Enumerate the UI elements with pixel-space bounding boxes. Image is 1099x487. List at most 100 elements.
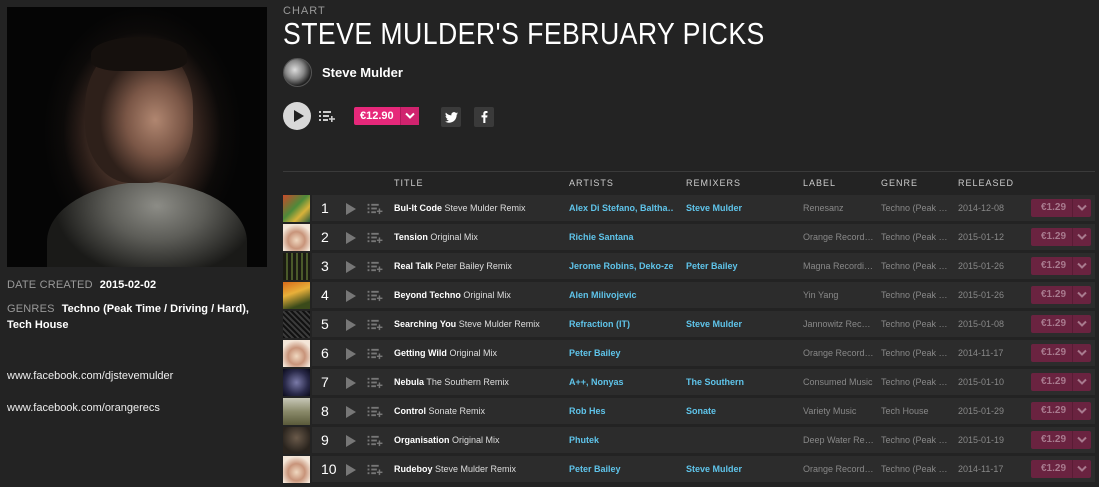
track-mix[interactable]: Original Mix	[430, 232, 478, 242]
track-title-cell[interactable]: Control Sonate Remix	[394, 406, 562, 416]
table-row[interactable]: 6 Getting Wild Original Mix Peter Bailey…	[283, 339, 1095, 368]
add-to-queue-icon[interactable]	[367, 376, 383, 389]
buy-track-button[interactable]: €1.29	[1031, 315, 1091, 333]
track-genre[interactable]: Techno (Peak …	[881, 319, 947, 329]
track-price[interactable]: €1.29	[1031, 228, 1072, 246]
buy-track-button[interactable]: €1.29	[1031, 286, 1091, 304]
track-remixers[interactable]: The Southern	[686, 377, 790, 387]
play-track-icon[interactable]	[346, 261, 356, 273]
facebook-link[interactable]: www.facebook.com/djstevemulder	[7, 370, 173, 382]
track-price[interactable]: €1.29	[1031, 199, 1072, 217]
track-title[interactable]: Control	[394, 406, 426, 416]
track-genre[interactable]: Tech House	[881, 406, 947, 416]
track-remixers[interactable]: Steve Mulder	[686, 319, 790, 329]
track-price[interactable]: €1.29	[1031, 344, 1072, 362]
track-title[interactable]: Rudeboy	[394, 464, 433, 474]
add-to-queue-icon[interactable]	[367, 463, 383, 476]
chart-price[interactable]: €12.90	[354, 107, 400, 125]
track-artists[interactable]: Phutek	[569, 435, 673, 445]
col-remixers[interactable]: REMIXERS	[686, 178, 741, 188]
buy-track-button[interactable]: €1.29	[1031, 257, 1091, 275]
track-price-dropdown[interactable]	[1072, 431, 1091, 449]
track-genre[interactable]: Techno (Peak …	[881, 203, 947, 213]
track-price-dropdown[interactable]	[1072, 228, 1091, 246]
add-to-queue-icon[interactable]	[367, 318, 383, 331]
buy-chart-button[interactable]: €12.90	[354, 107, 419, 125]
track-artwork[interactable]	[283, 427, 310, 454]
track-artists[interactable]: Peter Bailey	[569, 348, 673, 358]
track-remixers[interactable]: Peter Bailey	[686, 261, 790, 271]
track-price[interactable]: €1.29	[1031, 257, 1072, 275]
track-label[interactable]: Magna Recordi…	[803, 261, 873, 271]
track-title[interactable]: Getting Wild	[394, 348, 447, 358]
col-title[interactable]: TITLE	[394, 178, 424, 188]
track-artists[interactable]: Richie Santana	[569, 232, 673, 242]
play-track-icon[interactable]	[346, 290, 356, 302]
table-row[interactable]: 5 Searching You Steve Mulder Remix Refra…	[283, 310, 1095, 339]
track-mix[interactable]: Peter Bailey Remix	[435, 261, 512, 271]
track-label[interactable]: Yin Yang	[803, 290, 873, 300]
track-genre[interactable]: Techno (Peak …	[881, 261, 947, 271]
play-track-icon[interactable]	[346, 406, 356, 418]
track-price[interactable]: €1.29	[1031, 402, 1072, 420]
add-to-queue-icon[interactable]	[367, 347, 383, 360]
col-genre[interactable]: GENRE	[881, 178, 918, 188]
track-mix[interactable]: Steve Mulder Remix	[459, 319, 540, 329]
play-track-icon[interactable]	[346, 464, 356, 476]
track-price[interactable]: €1.29	[1031, 431, 1072, 449]
track-artwork[interactable]	[283, 253, 310, 280]
buy-track-button[interactable]: €1.29	[1031, 460, 1091, 478]
track-label[interactable]: Orange Record…	[803, 232, 873, 242]
track-mix[interactable]: The Southern Remix	[426, 377, 509, 387]
facebook-share-button[interactable]	[474, 107, 494, 127]
play-track-icon[interactable]	[346, 203, 356, 215]
col-label[interactable]: LABEL	[803, 178, 836, 188]
track-label[interactable]: Deep Water Re…	[803, 435, 873, 445]
track-label[interactable]: Consumed Music	[803, 377, 873, 387]
col-artists[interactable]: ARTISTS	[569, 178, 614, 188]
track-title[interactable]: Tension	[394, 232, 428, 242]
add-to-queue-icon[interactable]	[367, 434, 383, 447]
track-artwork[interactable]	[283, 340, 310, 367]
table-row[interactable]: 3 Real Talk Peter Bailey Remix Jerome Ro…	[283, 252, 1095, 281]
track-price-dropdown[interactable]	[1072, 199, 1091, 217]
track-mix[interactable]: Original Mix	[463, 290, 511, 300]
track-artwork[interactable]	[283, 195, 310, 222]
add-to-queue-icon[interactable]	[367, 231, 383, 244]
track-genre[interactable]: Techno (Peak …	[881, 464, 947, 474]
play-all-button[interactable]	[283, 102, 311, 130]
track-price[interactable]: €1.29	[1031, 286, 1072, 304]
play-track-icon[interactable]	[346, 377, 356, 389]
col-released[interactable]: RELEASED	[958, 178, 1014, 188]
table-row[interactable]: 9 Organisation Original Mix Phutek Deep …	[283, 426, 1095, 455]
add-to-queue-icon[interactable]	[367, 289, 383, 302]
track-label[interactable]: Orange Record…	[803, 348, 873, 358]
add-to-queue-icon[interactable]	[367, 202, 383, 215]
track-title[interactable]: Organisation	[394, 435, 450, 445]
author-name[interactable]: Steve Mulder	[322, 65, 403, 80]
track-genre[interactable]: Techno (Peak …	[881, 348, 947, 358]
table-row[interactable]: 1 Bul-It Code Steve Mulder Remix Alex Di…	[283, 194, 1095, 223]
track-artwork[interactable]	[283, 369, 310, 396]
track-price-dropdown[interactable]	[1072, 460, 1091, 478]
track-mix[interactable]: Original Mix	[449, 348, 497, 358]
table-row[interactable]: 4 Beyond Techno Original Mix Alen Milivo…	[283, 281, 1095, 310]
track-mix[interactable]: Original Mix	[452, 435, 500, 445]
table-row[interactable]: 8 Control Sonate Remix Rob Hes Sonate Va…	[283, 397, 1095, 426]
track-genre[interactable]: Techno (Peak …	[881, 232, 947, 242]
track-price[interactable]: €1.29	[1031, 373, 1072, 391]
track-artists[interactable]: A++, Nonyas	[569, 377, 673, 387]
track-price-dropdown[interactable]	[1072, 315, 1091, 333]
track-title[interactable]: Real Talk	[394, 261, 433, 271]
track-mix[interactable]: Steve Mulder Remix	[435, 464, 516, 474]
track-title-cell[interactable]: Real Talk Peter Bailey Remix	[394, 261, 562, 271]
track-title-cell[interactable]: Getting Wild Original Mix	[394, 348, 562, 358]
chart-author[interactable]: Steve Mulder	[283, 57, 403, 87]
add-to-queue-icon[interactable]	[367, 405, 383, 418]
track-title-cell[interactable]: Organisation Original Mix	[394, 435, 562, 445]
buy-track-button[interactable]: €1.29	[1031, 344, 1091, 362]
track-artists[interactable]: Refraction (IT)	[569, 319, 673, 329]
track-mix[interactable]: Sonate Remix	[429, 406, 486, 416]
track-price-dropdown[interactable]	[1072, 373, 1091, 391]
track-price-dropdown[interactable]	[1072, 286, 1091, 304]
